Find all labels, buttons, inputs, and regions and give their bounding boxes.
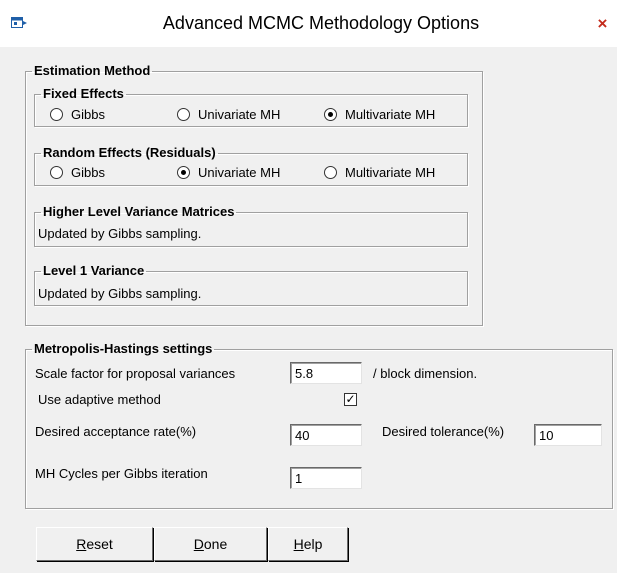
checkmark-icon: ✓	[345, 392, 356, 406]
fixed-gibbs-radio[interactable]: Gibbs	[50, 107, 105, 122]
tolerance-label: Desired tolerance(%)	[382, 424, 505, 439]
radio-unchecked-icon	[177, 108, 190, 121]
scale-factor-input[interactable]	[290, 362, 362, 384]
radio-label: Multivariate MH	[345, 107, 436, 122]
done-button-label: one	[203, 536, 228, 552]
fixed-effects-legend: Fixed Effects	[43, 86, 124, 101]
reset-button-label: eset	[86, 536, 113, 552]
done-button[interactable]: Done	[154, 527, 267, 561]
random-effects-legend: Random Effects (Residuals)	[43, 145, 216, 160]
radio-unchecked-icon	[50, 166, 63, 179]
radio-label: Multivariate MH	[345, 165, 436, 180]
random-gibbs-radio[interactable]: Gibbs	[50, 165, 105, 180]
random-multivariate-mh-radio[interactable]: Multivariate MH	[324, 165, 435, 180]
higher-level-variance-legend: Higher Level Variance Matrices	[43, 204, 235, 219]
higher-level-variance-text: Updated by Gibbs sampling.	[38, 226, 202, 241]
acceptance-rate-input[interactable]	[290, 424, 362, 446]
estimation-method-legend: Estimation Method	[34, 63, 151, 78]
radio-checked-icon	[177, 166, 190, 179]
reset-button[interactable]: Reset	[36, 527, 153, 561]
fixed-univariate-mh-radio[interactable]: Univariate MH	[177, 107, 280, 122]
random-univariate-mh-radio[interactable]: Univariate MH	[177, 165, 280, 180]
level1-variance-legend: Level 1 Variance	[43, 263, 145, 278]
acceptance-rate-label: Desired acceptance rate(%)	[35, 424, 197, 439]
radio-label: Gibbs	[71, 165, 105, 180]
radio-unchecked-icon	[324, 166, 337, 179]
fixed-multivariate-mh-radio[interactable]: Multivariate MH	[324, 107, 435, 122]
radio-unchecked-icon	[50, 108, 63, 121]
tolerance-input[interactable]	[534, 424, 602, 446]
close-button[interactable]: ×	[588, 10, 617, 38]
help-button-mnemonic: H	[293, 536, 304, 552]
mh-cycles-label: MH Cycles per Gibbs iteration	[35, 466, 208, 481]
close-icon: ×	[597, 14, 608, 33]
radio-label: Gibbs	[71, 107, 105, 122]
mh-settings-legend: Metropolis-Hastings settings	[34, 341, 213, 356]
mh-cycles-input[interactable]	[290, 467, 362, 489]
help-button-label: elp	[303, 536, 323, 552]
reset-button-mnemonic: R	[76, 536, 87, 552]
scale-factor-label: Scale factor for proposal variances	[35, 366, 236, 381]
level1-variance-text: Updated by Gibbs sampling.	[38, 286, 202, 301]
adaptive-method-label: Use adaptive method	[38, 392, 161, 407]
radio-checked-icon	[324, 108, 337, 121]
scale-factor-suffix: / block dimension.	[373, 366, 478, 381]
radio-label: Univariate MH	[198, 165, 281, 180]
adaptive-method-checkbox[interactable]: ✓	[344, 393, 357, 406]
title-bar[interactable]: Advanced MCMC Methodology Options ×	[0, 0, 617, 47]
window-title: Advanced MCMC Methodology Options	[162, 13, 480, 33]
dialog-window: Advanced MCMC Methodology Options × Esti…	[0, 0, 617, 573]
help-button[interactable]: Help	[268, 527, 348, 561]
done-button-mnemonic: D	[193, 536, 204, 552]
radio-label: Univariate MH	[198, 107, 281, 122]
